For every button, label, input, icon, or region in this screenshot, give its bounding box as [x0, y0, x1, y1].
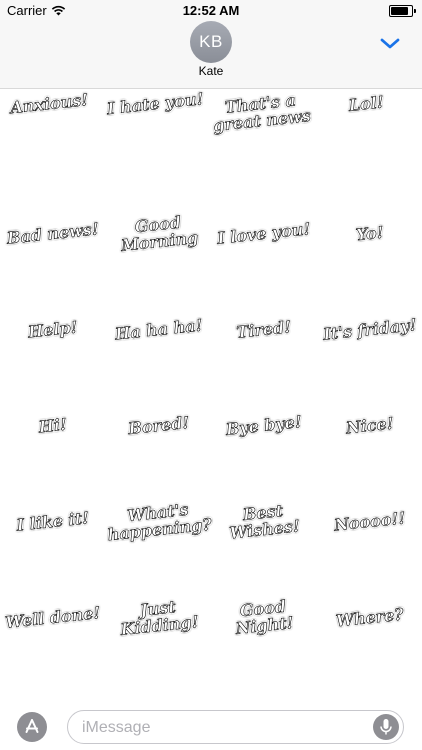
sticker[interactable]: Noooo!!	[312, 468, 422, 575]
sticker[interactable]: It's friday!	[312, 276, 422, 383]
sticker[interactable]: I hate you!	[101, 89, 216, 190]
message-placeholder: iMessage	[82, 719, 151, 736]
sticker[interactable]: Bored!	[101, 372, 216, 479]
sticker[interactable]: Bye bye!	[206, 372, 321, 479]
sticker[interactable]: Good Morning	[101, 180, 216, 287]
avatar-initials: KB	[199, 32, 223, 51]
sticker[interactable]: Good Night!	[206, 564, 321, 671]
battery-icon	[389, 5, 416, 17]
sticker[interactable]: Help!	[0, 276, 110, 383]
status-time: 12:52 AM	[182, 3, 240, 18]
app-store-icon	[25, 719, 39, 733]
conversation-header: Carrier 12:52 AM KB Kate	[0, 0, 422, 89]
sticker[interactable]: Nice!	[312, 372, 422, 479]
sticker[interactable]: Well done!	[0, 564, 110, 671]
sticker[interactable]: I like it!	[0, 468, 110, 575]
sticker[interactable]: Lol!	[312, 89, 422, 190]
message-input[interactable]: iMessage	[67, 710, 404, 744]
sticker[interactable]: Ha ha ha!	[101, 276, 216, 383]
sticker[interactable]: Bad news!	[0, 180, 110, 287]
sticker[interactable]: Where?	[312, 564, 422, 671]
avatar[interactable]: KB	[190, 21, 232, 63]
sticker-grid: Anxious! I hate you! That's a great news Lo…	[0, 89, 422, 696]
sticker[interactable]: Anxious!	[0, 89, 110, 190]
sticker[interactable]: Yo!	[312, 180, 422, 287]
app-store-button[interactable]	[17, 712, 47, 742]
sticker[interactable]: Just Kidding!	[101, 564, 216, 671]
sticker[interactable]: What's happening?	[101, 468, 216, 575]
sticker[interactable]: Hi!	[0, 372, 110, 479]
microphone-button[interactable]	[373, 714, 399, 740]
sticker[interactable]: Tired!	[206, 276, 321, 383]
chevron-down-icon[interactable]	[378, 32, 402, 56]
input-bar: iMessage	[0, 700, 422, 750]
sticker[interactable]: Best Wishes!	[206, 468, 321, 575]
microphone-icon	[380, 719, 392, 735]
contact-name[interactable]: Kate	[0, 64, 422, 78]
sticker[interactable]: I love you!	[206, 180, 321, 287]
sticker[interactable]: That's a great news	[206, 89, 321, 190]
